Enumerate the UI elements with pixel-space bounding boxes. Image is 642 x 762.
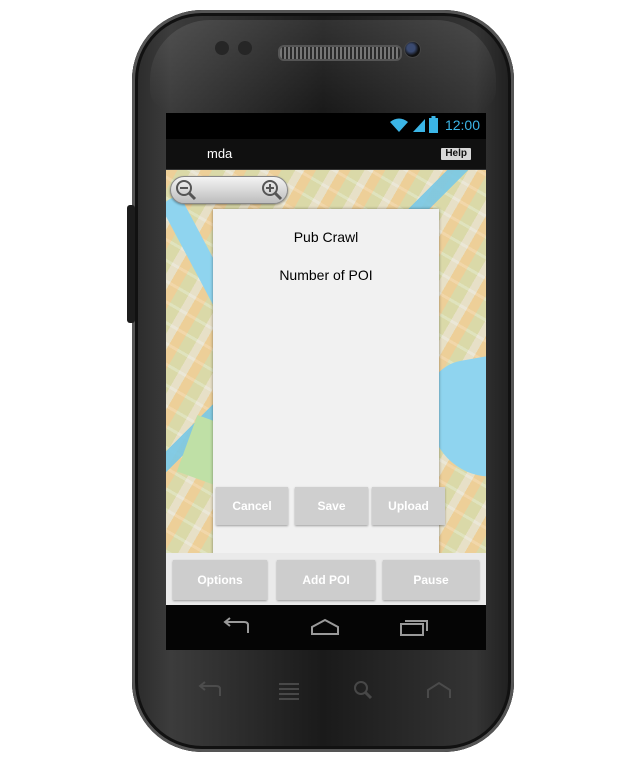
search-icon[interactable]	[350, 680, 378, 700]
help-button[interactable]: Help	[441, 148, 471, 160]
status-bar: 12:00	[166, 113, 486, 139]
signal-icon	[412, 118, 425, 132]
pause-button[interactable]: Pause	[383, 560, 479, 600]
front-camera	[404, 41, 421, 58]
pub-crawl-dialog: Pub Crawl Number of POI Cancel Save Uplo…	[213, 209, 445, 575]
save-button[interactable]: Save	[295, 487, 368, 525]
zoom-control	[170, 176, 288, 204]
back-icon[interactable]	[220, 617, 252, 637]
zoom-out-icon[interactable]	[175, 179, 197, 201]
zoom-in-icon[interactable]	[261, 179, 283, 201]
earpiece-speaker	[278, 45, 402, 61]
battery-icon	[428, 116, 438, 133]
upload-button[interactable]: Upload	[372, 487, 445, 525]
phone-screen: 12:00 mda Help Pub Crawl Number of POI C…	[166, 113, 486, 650]
app-bar: mda Help	[166, 139, 486, 170]
proximity-sensor	[215, 41, 229, 55]
volume-button[interactable]	[127, 205, 135, 323]
bottom-action-bar: Options Add POI Pause	[166, 553, 486, 605]
system-nav-bar	[166, 605, 486, 650]
dialog-title: Pub Crawl	[293, 229, 359, 245]
home-icon[interactable]	[309, 617, 341, 637]
light-sensor	[238, 41, 252, 55]
back-icon[interactable]	[196, 680, 224, 700]
home-icon[interactable]	[425, 680, 453, 700]
phone-gloss	[150, 20, 496, 110]
status-clock: 12:00	[444, 116, 480, 133]
wifi-icon	[389, 118, 408, 132]
app-title: mda	[207, 146, 233, 161]
add-poi-button[interactable]: Add POI	[277, 560, 375, 600]
menu-icon[interactable]	[275, 680, 303, 700]
options-button[interactable]: Options	[173, 560, 267, 600]
poi-count-label: Number of POI	[279, 267, 373, 283]
recent-apps-icon[interactable]	[398, 617, 430, 637]
cancel-button[interactable]: Cancel	[216, 487, 288, 525]
